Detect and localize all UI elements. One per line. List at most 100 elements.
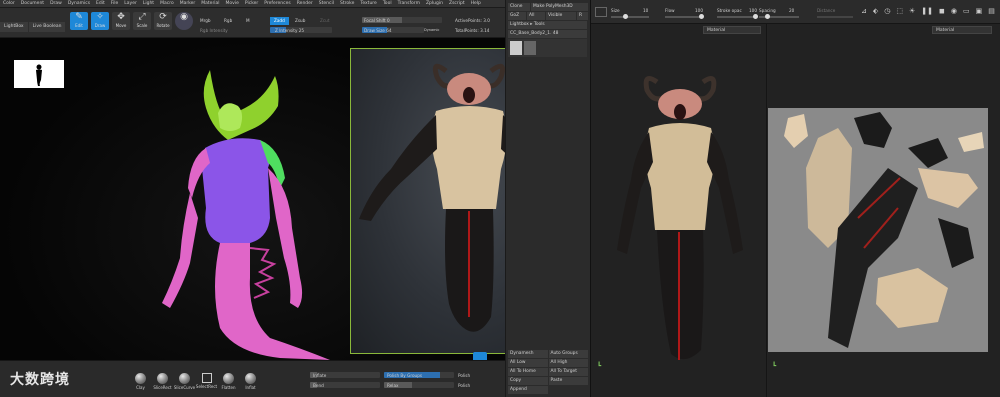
menu-item-stencil[interactable]: Stencil bbox=[319, 1, 334, 6]
polygroup-creature-model[interactable] bbox=[150, 68, 350, 360]
tab-live-boolean[interactable]: Live Boolean bbox=[28, 22, 66, 32]
scale-button[interactable]: ⤢ Scale bbox=[133, 12, 151, 30]
brush-flatten[interactable]: Flatten bbox=[220, 373, 237, 390]
edit-button[interactable]: ✎ Edit bbox=[70, 12, 88, 30]
axis-gizmo-icon: ┗ bbox=[597, 362, 602, 370]
move-button[interactable]: ✥ Move bbox=[112, 12, 130, 30]
camera-icon[interactable]: ◷ bbox=[884, 7, 890, 15]
lightbox-tools-button[interactable]: Lightbox ▸ Tools bbox=[508, 21, 587, 29]
m-button[interactable]: M bbox=[246, 18, 250, 23]
menu-item-transform[interactable]: Transform bbox=[398, 1, 420, 6]
all-button[interactable]: All bbox=[527, 12, 545, 20]
menu-item-draw[interactable]: Draw bbox=[50, 1, 62, 6]
spacing-slider[interactable] bbox=[759, 14, 799, 19]
zsub-button[interactable]: Zsub bbox=[295, 18, 305, 23]
append-button[interactable]: Append bbox=[508, 386, 548, 394]
all-low-button[interactable]: All Low bbox=[508, 359, 548, 367]
brush-label: Clay bbox=[136, 385, 145, 390]
slider-knob[interactable] bbox=[753, 14, 758, 19]
brush-inflat[interactable]: Inflat bbox=[242, 373, 259, 390]
tab-lightbox[interactable]: LightBox bbox=[0, 22, 28, 32]
draw-button[interactable]: ✧ Draw bbox=[91, 12, 109, 30]
menu-item-dynamics[interactable]: Dynamics bbox=[68, 1, 90, 6]
light-icon[interactable]: ☀ bbox=[909, 7, 915, 15]
zcut-button[interactable]: Zcut bbox=[320, 18, 329, 23]
menu-item-macro[interactable]: Macro bbox=[160, 1, 174, 6]
resources-icon[interactable]: ▤ bbox=[988, 7, 995, 15]
pause-icon[interactable]: ❚❚ bbox=[921, 7, 933, 15]
menu-item-file[interactable]: File bbox=[111, 1, 119, 6]
symmetry-icon[interactable]: ⬖ bbox=[873, 7, 878, 15]
subtool-panel: Dynamesh Auto Groups All Low All High Al… bbox=[508, 350, 588, 394]
menu-item-render[interactable]: Render bbox=[297, 1, 313, 6]
menu-item-movie[interactable]: Movie bbox=[226, 1, 239, 6]
flow-slider[interactable] bbox=[665, 14, 704, 19]
copy-button[interactable]: Copy bbox=[508, 377, 548, 385]
auto-groups-button[interactable]: Auto Groups bbox=[548, 350, 588, 358]
record-icon[interactable]: ◉ bbox=[951, 7, 957, 15]
current-tool-name[interactable]: CC_Base_Body2_1. 48 bbox=[508, 30, 587, 38]
menu-item-layer[interactable]: Layer bbox=[124, 1, 137, 6]
screenshot-icon[interactable]: ▣ bbox=[976, 7, 983, 15]
menu-item-preferences[interactable]: Preferences bbox=[264, 1, 290, 6]
tool-thumb-icon bbox=[524, 41, 536, 55]
menu-item-material[interactable]: Material bbox=[201, 1, 219, 6]
polish-label-2[interactable]: Polish bbox=[458, 383, 470, 388]
menu-item-edit[interactable]: Edit bbox=[96, 1, 105, 6]
video-icon[interactable]: ▭ bbox=[963, 7, 970, 15]
menu-item-zplugin[interactable]: Zplugin bbox=[426, 1, 443, 6]
paste-button[interactable]: Paste bbox=[548, 377, 588, 385]
painter-2d-uv-view[interactable]: Material ┗ bbox=[768, 24, 1000, 397]
stop-icon[interactable]: ◼ bbox=[939, 7, 945, 15]
make-polymesh-button[interactable]: Make PolyMesh3D bbox=[531, 3, 588, 11]
brush-slicecurve[interactable]: SliceCurve bbox=[174, 373, 195, 390]
mrgb-button[interactable]: Mrgb bbox=[200, 18, 211, 23]
all-high-button[interactable]: All High bbox=[548, 359, 588, 367]
rotate-icon: ⟳ bbox=[159, 12, 167, 22]
menu-item-color[interactable]: Color bbox=[3, 1, 15, 6]
menu-item-document[interactable]: Document bbox=[21, 1, 44, 6]
brush-selectrect[interactable]: SelectRect bbox=[196, 373, 217, 390]
dynamic-button[interactable]: Dynamic bbox=[424, 28, 439, 32]
zadd-button[interactable]: Zadd bbox=[270, 17, 289, 25]
viewport-toolbar: ⊿ ⬖ ◷ ⬚ ☀ ❚❚ ◼ ◉ ▭ ▣ ▤ bbox=[861, 7, 995, 15]
rgb-button[interactable]: Rgb bbox=[224, 18, 232, 23]
scene-icon[interactable]: ⬚ bbox=[896, 7, 903, 15]
r-button[interactable]: R bbox=[577, 12, 588, 20]
painter-3d-view[interactable]: Material ┗ bbox=[591, 24, 767, 397]
slider-knob[interactable] bbox=[699, 14, 704, 19]
tool-thumbnails[interactable] bbox=[508, 39, 587, 57]
menu-item-help[interactable]: Help bbox=[471, 1, 481, 6]
all-to-target-button[interactable]: All To Target bbox=[548, 368, 588, 376]
menu-item-zscript[interactable]: Zscript bbox=[449, 1, 465, 6]
align-icon[interactable]: ⊿ bbox=[861, 7, 867, 15]
menu-item-marker[interactable]: Marker bbox=[180, 1, 196, 6]
menu-item-stroke[interactable]: Stroke bbox=[340, 1, 354, 6]
material-dropdown-2d[interactable]: Material bbox=[932, 26, 992, 34]
slider-knob[interactable] bbox=[765, 14, 770, 19]
stroke-opacity-slider[interactable] bbox=[717, 14, 758, 19]
clone-button[interactable]: Clone bbox=[508, 3, 530, 11]
size-slider[interactable] bbox=[611, 14, 649, 19]
brush-preset-icon[interactable] bbox=[595, 7, 607, 17]
polish-label[interactable]: Polish bbox=[458, 373, 470, 378]
menu-item-picker[interactable]: Picker bbox=[245, 1, 258, 6]
menu-item-light[interactable]: Light bbox=[143, 1, 154, 6]
material-sphere-button[interactable]: ◉ bbox=[175, 12, 193, 30]
zbrush-top-shelf: LightBox Live Boolean ✎ Edit ✧ Draw ✥ Move … bbox=[0, 8, 505, 38]
uv-texture-sheet[interactable] bbox=[768, 108, 988, 352]
all-to-home-button[interactable]: All To Home bbox=[508, 368, 548, 376]
visible-button[interactable]: Visible bbox=[546, 12, 576, 20]
rotate-button[interactable]: ⟳ Rotate bbox=[154, 12, 172, 30]
slider-knob[interactable] bbox=[623, 14, 628, 19]
rgb-intensity-slider[interactable]: Rgb Intensity bbox=[200, 28, 228, 33]
menu-item-texture[interactable]: Texture bbox=[360, 1, 376, 6]
brush-slicerect[interactable]: SliceRect bbox=[153, 373, 172, 390]
goz-button[interactable]: GoZ bbox=[508, 12, 526, 20]
brush-label: Flatten bbox=[221, 385, 236, 390]
dynamesh-button[interactable]: Dynamesh bbox=[508, 350, 548, 358]
menu-item-tool[interactable]: Tool bbox=[383, 1, 392, 6]
material-dropdown-3d[interactable]: Material bbox=[703, 26, 761, 34]
brush-clay[interactable]: Clay bbox=[132, 373, 149, 390]
distance-slider[interactable] bbox=[817, 16, 853, 18]
